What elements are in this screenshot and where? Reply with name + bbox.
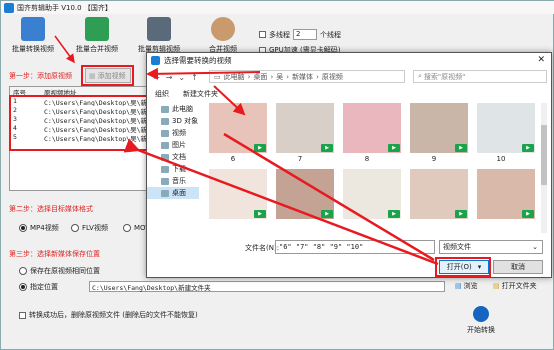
arrow <box>223 132 435 262</box>
arrow <box>146 67 261 80</box>
annotation-arrows <box>54 35 439 266</box>
arrow <box>54 35 75 64</box>
arrow <box>213 85 246 116</box>
arrow <box>123 138 439 266</box>
